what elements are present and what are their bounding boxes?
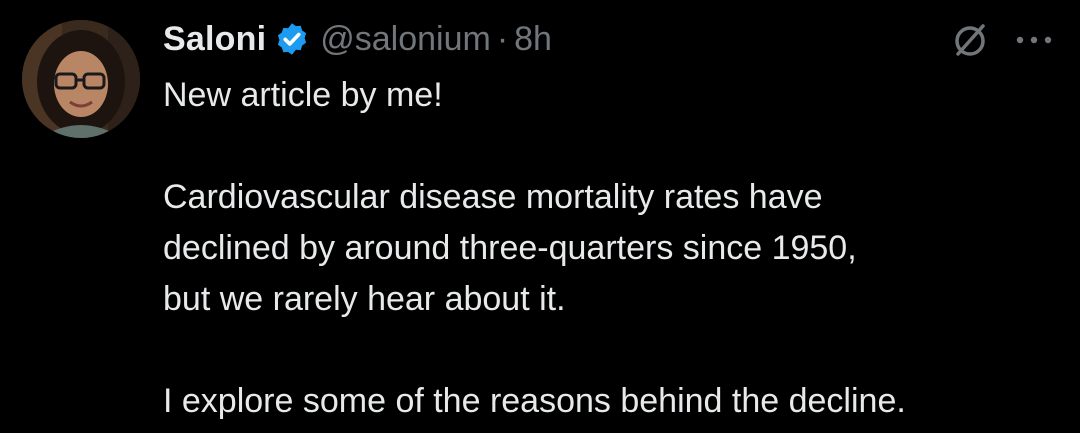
tweet-text: New article by me! Cardiovascular diseas… (163, 70, 1063, 427)
timestamp[interactable]: 8h (514, 20, 552, 59)
tweet-text-line: but we rarely hear about it. (163, 280, 566, 318)
avatar-image (22, 20, 140, 138)
tweet[interactable]: Saloni @salonium · 8h New article by me!… (0, 0, 1080, 433)
separator-dot: · (496, 19, 509, 58)
tweet-text-line: New article by me! (163, 76, 443, 114)
author-handle[interactable]: @salonium (320, 20, 491, 59)
tweet-text-line: Cardiovascular disease mortality rates h… (163, 178, 823, 216)
display-name[interactable]: Saloni (163, 20, 266, 59)
verified-badge-icon[interactable] (274, 21, 310, 57)
grok-icon[interactable] (950, 20, 990, 60)
avatar[interactable] (22, 20, 140, 138)
tweet-text-line: I explore some of the reasons behind the… (163, 382, 906, 420)
tweet-header: Saloni @salonium · 8h (163, 14, 552, 64)
more-options-icon[interactable] (1012, 22, 1056, 58)
tweet-text-line: declined by around three-quarters since … (163, 229, 857, 267)
